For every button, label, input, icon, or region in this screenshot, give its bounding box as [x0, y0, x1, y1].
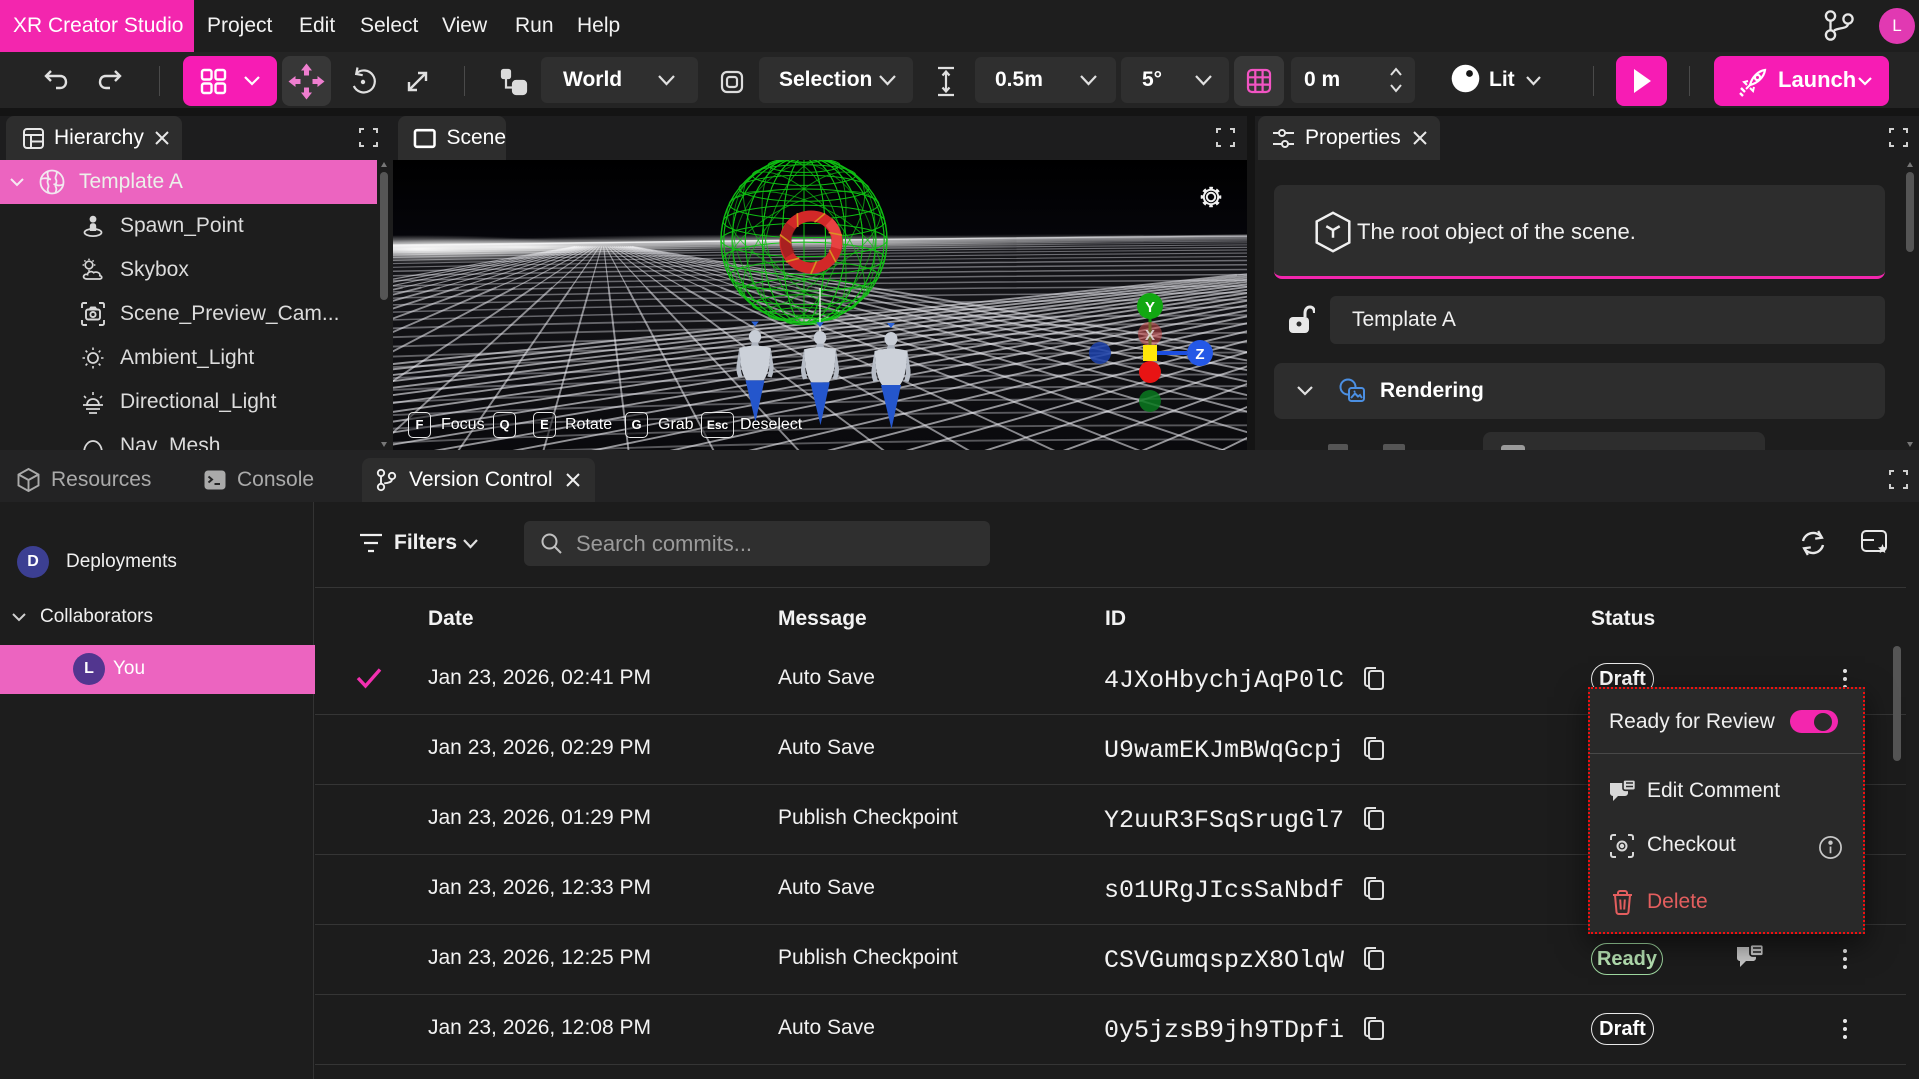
svg-text:X: X	[1145, 327, 1155, 344]
svg-text:Z: Z	[1195, 346, 1204, 363]
svg-text:Y: Y	[1145, 299, 1155, 316]
